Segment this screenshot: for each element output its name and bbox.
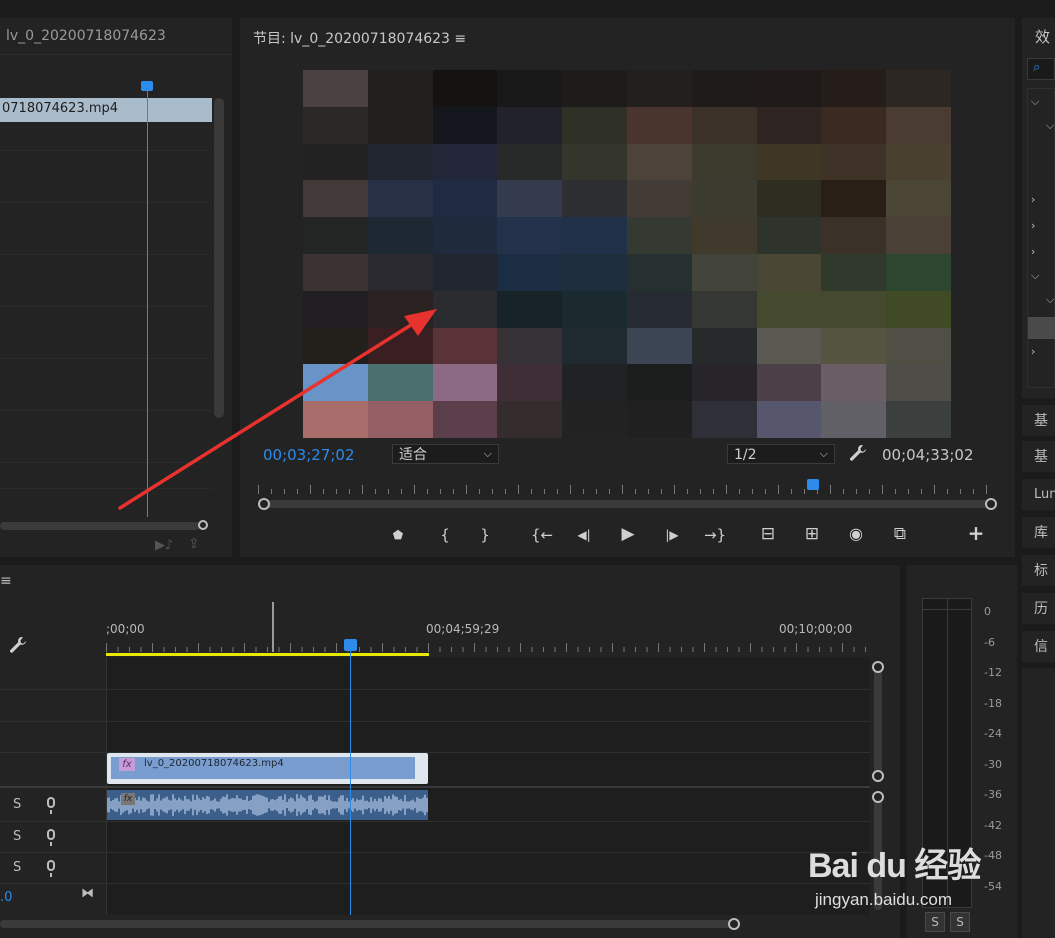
annotation-arrow: [118, 309, 437, 510]
watermark-logo-text: Bai du 经验: [808, 847, 981, 885]
baidu-jingyan-logo: Bai du 经验: [808, 838, 981, 887]
watermark-url: jingyan.baidu.com: [815, 890, 953, 909]
